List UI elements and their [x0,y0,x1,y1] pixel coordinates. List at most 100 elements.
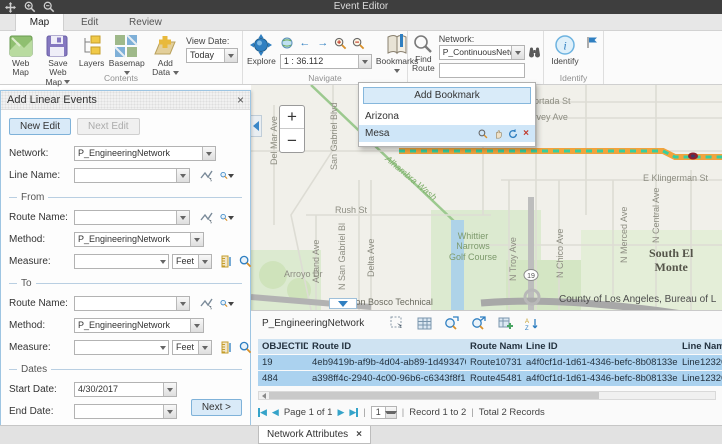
next-extent-icon[interactable]: → [316,36,330,50]
table-cell[interactable]: 484 [258,371,308,386]
zoom-icon[interactable] [239,255,252,269]
grid-column-header[interactable]: Route Name [466,339,522,354]
select-route-on-map-icon[interactable] [199,211,213,225]
table-cell[interactable]: Route107312 [466,355,522,370]
tab-edit[interactable]: Edit [67,14,112,31]
view-date-combo[interactable]: Today [186,48,238,63]
sort-icon[interactable]: AZ [524,315,540,331]
table-cell[interactable]: Line12320 [678,355,722,370]
binoculars-icon[interactable] [528,46,542,60]
add-bookmark-button[interactable]: Add Bookmark [363,87,531,104]
to-method-combo[interactable]: P_EngineeringNetwork [74,318,204,333]
table-row[interactable]: 194eb9419b-af9b-4d04-ab89-1d493476802bRo… [258,355,722,370]
network-combo[interactable]: P_ContinuousNetwork [439,45,525,60]
flag-icon[interactable] [586,35,599,49]
map-scale-combo[interactable]: 1 : 36.112 [280,54,372,69]
measure-ruler-icon[interactable] [220,255,232,269]
zoom-out-tool-icon[interactable] [352,36,366,50]
basemap-button[interactable]: Basemap [109,33,145,78]
table-cell[interactable]: 4eb9419b-af9b-4d04-ab89-1d493476802b [308,355,466,370]
grid-column-header[interactable]: Route ID [308,339,466,354]
table-cell[interactable]: a4f0cf1d-1d61-4346-befc-8b08133e681e [522,355,678,370]
panel-close-icon[interactable]: × [237,93,244,107]
end-date-combo[interactable] [74,404,177,419]
tab-map[interactable]: Map [15,14,64,31]
map-zoom-out-button[interactable]: − [280,129,304,152]
table-cell[interactable]: a4f0cf1d-1d61-4346-befc-8b08133e681e [522,371,678,386]
pan-to-selected-icon[interactable] [470,315,486,331]
panel-network-combo[interactable]: P_EngineeringNetwork [74,146,216,161]
map-scale-caret[interactable] [358,55,371,68]
chevron-down-icon [338,301,348,307]
table-row[interactable]: 484a398ff4c-2940-4c00-96b6-c6343f8f1711R… [258,371,722,386]
from-measure-input[interactable] [74,254,169,269]
close-tab-icon[interactable]: × [356,429,362,440]
select-route-on-map-icon[interactable] [199,297,213,311]
explore-button[interactable]: Explore [247,33,276,66]
next-edit-button[interactable]: Next Edit [77,118,140,135]
table-cell[interactable]: Line12320 [678,371,722,386]
next-button[interactable]: Next > [191,399,242,416]
bookmark-item-arizona[interactable]: Arizona [359,108,535,125]
panel-collapse-arrow[interactable] [251,115,262,137]
tab-network-attributes[interactable]: Network Attributes × [258,426,371,444]
from-method-combo[interactable]: P_EngineeringNetwork [74,232,204,247]
horizontal-scrollbar[interactable] [258,391,716,400]
map-zoom-in-button[interactable]: + [280,106,304,129]
next-page-button[interactable]: ▶ [337,407,344,418]
zoom-menu-icon[interactable] [220,169,234,183]
table-cell[interactable]: a398ff4c-2940-4c00-96b6-c6343f8f1711 [308,371,466,386]
previous-page-button[interactable]: ◀ [272,407,279,418]
to-measure-input[interactable] [74,340,169,355]
line-name-combo[interactable] [74,168,190,183]
zoom-in-tool-icon[interactable] [334,36,348,50]
scroll-left-arrow[interactable] [259,392,268,399]
last-page-button[interactable]: ▶ [349,407,358,418]
web-map-button[interactable]: Web Map [4,33,37,78]
zoom-to-selected-icon[interactable] [443,315,459,331]
previous-extent-icon[interactable]: ← [298,36,312,50]
open-table-icon[interactable] [416,315,432,331]
grid-header-row[interactable]: OBJECTIDRoute IDRoute NameLine IDLine Na… [258,339,722,354]
add-data-button[interactable]: Add Data [149,33,182,78]
first-page-button[interactable]: ◀ [258,407,267,418]
bookmark-zoom-icon[interactable] [478,129,488,139]
bookmark-pan-icon[interactable] [493,129,503,139]
new-edit-button[interactable]: New Edit [9,118,71,135]
ribbon-group-identify: i Identify Identify [544,31,604,84]
layers-button[interactable]: Layers [79,33,105,68]
view-date-caret[interactable] [224,49,237,62]
identify-button[interactable]: i Identify [548,33,582,66]
full-extent-globe-icon[interactable] [280,36,294,50]
measure-ruler-icon[interactable] [220,341,232,355]
from-unit-combo[interactable]: Feet [172,254,212,269]
from-route-name-combo[interactable] [74,210,190,225]
start-date-combo[interactable]: 4/30/2017 [74,382,177,397]
table-cell[interactable]: 19 [258,355,308,370]
tab-review[interactable]: Review [115,14,176,31]
to-section-title: To [9,278,242,289]
page-select-combo[interactable]: 1 [371,406,397,419]
grid-column-header[interactable]: OBJECTID [258,339,308,354]
related-records-icon[interactable] [497,315,513,331]
bookmark-delete-icon[interactable]: × [523,128,529,139]
find-route-button[interactable]: Find Route [412,33,435,74]
street-label: San Gabriel Blvd [329,102,339,170]
grid-column-header[interactable]: Line Name [678,339,722,354]
bookmark-item-mesa[interactable]: Mesa × [359,125,535,142]
table-collapse-button[interactable] [329,298,357,309]
table-cell[interactable]: Route45481 [466,371,522,386]
grid-column-header[interactable]: Line ID [522,339,678,354]
zoom-menu-icon[interactable] [220,211,234,225]
scrollbar-thumb[interactable] [269,392,599,399]
route-search-input[interactable] [439,63,525,78]
zoom-menu-icon[interactable] [220,297,234,311]
to-unit-combo[interactable]: Feet [172,340,212,355]
select-by-rectangle-icon[interactable] [389,315,405,331]
record-range-label: Record 1 to 2 [409,407,466,418]
select-line-on-map-icon[interactable] [199,169,213,183]
bookmark-refresh-icon[interactable] [508,129,518,139]
identify-icon: i [553,34,577,56]
to-route-name-combo[interactable] [74,296,190,311]
network-caret[interactable] [511,46,524,59]
